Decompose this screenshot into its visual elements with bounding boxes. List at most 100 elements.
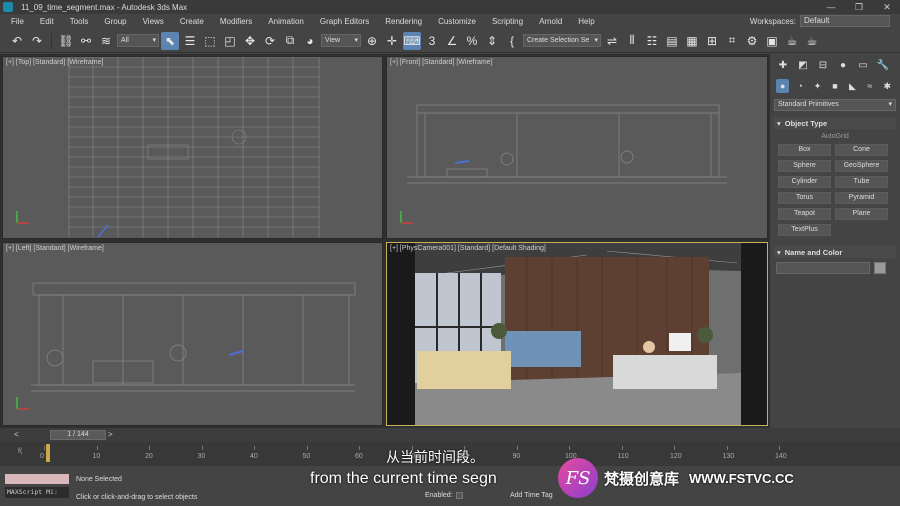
plane-button[interactable]: Plane [835, 208, 888, 220]
teapot-button[interactable]: Teapot [778, 208, 831, 220]
layer-explorer-icon[interactable]: ☷ [643, 32, 661, 50]
selection-filter-dropdown[interactable]: All [117, 34, 159, 47]
systems-icon[interactable]: ✱ [881, 79, 894, 93]
textplus-button[interactable]: TextPlus [778, 224, 831, 236]
box-button[interactable]: Box [778, 144, 831, 156]
menu-tools[interactable]: Tools [62, 17, 97, 26]
menu-create[interactable]: Create [172, 17, 212, 26]
angle-snap-icon[interactable]: ∠ [443, 32, 461, 50]
unlink-icon[interactable]: ⚯ [77, 32, 95, 50]
object-name-field[interactable] [776, 262, 870, 274]
cameras-icon[interactable]: ■ [828, 79, 841, 93]
viewport-left-label[interactable]: [+] [Left] [Standard] [Wireframe] [6, 245, 104, 252]
viewport-top-label[interactable]: [+] [Top] [Standard] [Wireframe] [6, 59, 103, 66]
maxscript-mini-listener[interactable]: MAXScript Mi: [5, 487, 69, 498]
enabled-checkbox[interactable] [455, 492, 463, 499]
create-tab-icon[interactable]: ✚ [776, 58, 790, 72]
enabled-toggle[interactable]: Enabled: [425, 492, 463, 499]
geometry-icon[interactable]: ● [776, 79, 790, 93]
menu-modifiers[interactable]: Modifiers [212, 17, 260, 26]
geosphere-button[interactable]: GeoSphere [835, 160, 888, 172]
undo-icon[interactable]: ↶ [8, 32, 26, 50]
time-slider-knob[interactable]: 1 / 144 [50, 430, 106, 440]
current-time-marker[interactable] [46, 444, 50, 462]
spinner-snap-icon[interactable]: ⇕ [483, 32, 501, 50]
sphere-button[interactable]: Sphere [778, 160, 831, 172]
scene-explorer-icon[interactable]: ▤ [663, 32, 681, 50]
viewport-front-label[interactable]: [+] [Front] [Standard] [Wireframe] [390, 59, 493, 66]
select-manipulate-icon[interactable]: ✛ [383, 32, 401, 50]
minimize-button[interactable]: — [824, 2, 838, 12]
menu-views[interactable]: Views [135, 17, 172, 26]
select-object-icon[interactable]: ⬉ [161, 31, 179, 50]
scale-icon[interactable]: ⧉ [281, 32, 299, 50]
placement-icon[interactable]: ◕ [301, 32, 319, 50]
viewport-top[interactable]: [+] [Top] [Standard] [Wireframe] [2, 56, 383, 239]
torus-button[interactable]: Torus [778, 192, 831, 204]
viewport-camera-label[interactable]: [+] [PhysCamera001] [Standard] [Default … [390, 245, 546, 252]
keyboard-shortcut-toggle-icon[interactable]: ⌨ [403, 31, 421, 50]
move-icon[interactable]: ✥ [241, 32, 259, 50]
menu-help[interactable]: Help [570, 17, 602, 26]
menu-arnold[interactable]: Arnold [531, 17, 570, 26]
percent-snap-icon[interactable]: % [463, 32, 481, 50]
tube-button[interactable]: Tube [835, 176, 888, 188]
viewport-camera[interactable]: [+] [PhysCamera001] [Standard] [Default … [386, 242, 768, 426]
menu-edit[interactable]: Edit [32, 17, 62, 26]
primitive-type-dropdown[interactable]: Standard Primitives [774, 99, 896, 111]
maxscript-listener-output[interactable] [5, 474, 69, 484]
pyramid-button[interactable]: Pyramid [835, 192, 888, 204]
helpers-icon[interactable]: ◣ [846, 79, 859, 93]
close-button[interactable]: ✕ [880, 2, 894, 13]
schematic-view-icon[interactable]: ⊞ [703, 32, 721, 50]
maximize-button[interactable]: ❐ [852, 2, 866, 13]
hierarchy-tab-icon[interactable]: ⊟ [816, 58, 830, 72]
window-crossing-icon[interactable]: ◰ [221, 32, 239, 50]
select-by-name-icon[interactable]: ☰ [181, 32, 199, 50]
lights-icon[interactable]: ✦ [811, 79, 824, 93]
menu-graph-editors[interactable]: Graph Editors [312, 17, 377, 26]
menu-customize[interactable]: Customize [430, 17, 484, 26]
render-iterative-icon[interactable]: ☕ [803, 32, 821, 50]
link-icon[interactable]: ⛓ [57, 32, 75, 50]
object-type-rollout-header[interactable]: ▾ Object Type [774, 117, 896, 129]
add-time-tag-button[interactable]: Add Time Tag [510, 492, 553, 499]
align-icon[interactable]: ⫴ [623, 32, 641, 50]
cylinder-button[interactable]: Cylinder [778, 176, 831, 188]
render-setup-icon[interactable]: ⚙ [743, 32, 761, 50]
utilities-tab-icon[interactable]: 🔧 [876, 58, 890, 72]
mirror-icon[interactable]: ⇌ [603, 32, 621, 50]
rotate-icon[interactable]: ⟳ [261, 32, 279, 50]
autogrid-checkbox[interactable]: AutoGrid [770, 133, 900, 140]
menu-file[interactable]: File [3, 17, 32, 26]
material-editor-icon[interactable]: ⌗ [723, 32, 741, 50]
menu-rendering[interactable]: Rendering [377, 17, 430, 26]
render-production-icon[interactable]: ☕ [783, 32, 801, 50]
render-frame-icon[interactable]: ▣ [763, 32, 781, 50]
spacewarps-icon[interactable]: ≈ [863, 79, 876, 93]
prev-frame-arrow-icon[interactable]: < [14, 430, 19, 439]
menu-scripting[interactable]: Scripting [484, 17, 531, 26]
name-color-rollout-header[interactable]: ▾ Name and Color [774, 246, 896, 258]
rectangular-selection-icon[interactable]: ⬚ [201, 32, 219, 50]
snaps-toggle-icon[interactable]: 3 [423, 32, 441, 50]
reference-coordinate-dropdown[interactable]: View [321, 34, 361, 47]
curve-editor-icon[interactable]: ▦ [683, 32, 701, 50]
modify-tab-icon[interactable]: ◩ [796, 58, 810, 72]
motion-tab-icon[interactable]: ● [836, 58, 850, 72]
pivot-center-icon[interactable]: ⊕ [363, 32, 381, 50]
viewport-left[interactable]: [+] [Left] [Standard] [Wireframe] [2, 242, 383, 426]
workspaces-dropdown[interactable]: Default [800, 15, 890, 27]
bind-spacewarp-icon[interactable]: ≋ [97, 32, 115, 50]
viewport-front[interactable]: [+] [Front] [Standard] [Wireframe] [386, 56, 768, 239]
cone-button[interactable]: Cone [835, 144, 888, 156]
edit-named-selection-icon[interactable]: { [503, 32, 521, 50]
menu-animation[interactable]: Animation [260, 17, 312, 26]
shapes-icon[interactable]: ◔ [793, 79, 806, 93]
named-selection-sets-dropdown[interactable]: Create Selection Se [523, 34, 601, 47]
menu-group[interactable]: Group [96, 17, 134, 26]
redo-icon[interactable]: ↷ [28, 32, 46, 50]
curve-editor-mini-icon[interactable]: f( [18, 448, 22, 455]
display-tab-icon[interactable]: ▭ [856, 58, 870, 72]
next-frame-arrow-icon[interactable]: > [108, 430, 113, 439]
